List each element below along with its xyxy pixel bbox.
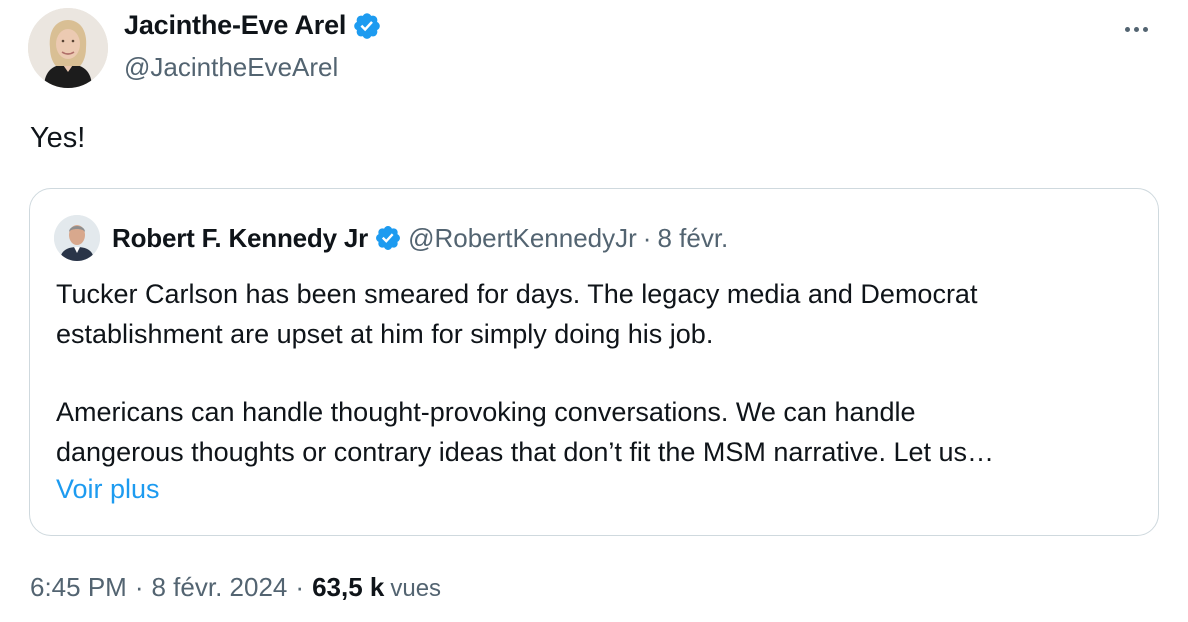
quoted-text-line: Tucker Carlson has been smeared for days…	[56, 279, 978, 309]
views-count[interactable]: 63,5 k	[312, 572, 384, 603]
tweet-card: Jacinthe-Eve Arel @JacintheEveArel Yes! …	[0, 0, 1188, 622]
quoted-avatar-photo-icon	[54, 215, 100, 261]
tweet-date[interactable]: 8 févr. 2024	[152, 572, 288, 603]
more-dot-icon	[1133, 26, 1139, 32]
more-dot-icon	[1124, 26, 1130, 32]
meta-separator: ·	[295, 572, 305, 602]
author-avatar[interactable]	[28, 8, 108, 88]
show-more-link[interactable]: Voir plus	[56, 474, 160, 505]
views-label: vues	[390, 575, 442, 602]
tweet-time[interactable]: 6:45 PM	[30, 572, 127, 603]
quoted-author-avatar[interactable]	[54, 215, 100, 261]
quoted-date[interactable]: 8 févr.	[657, 223, 728, 254]
quoted-text-line: Americans can handle thought-provoking c…	[56, 397, 916, 427]
author-handle[interactable]: @JacintheEveArel	[124, 52, 338, 83]
author-name-row: Jacinthe-Eve Arel	[124, 10, 382, 41]
quoted-text-line: establishment are upset at him for simpl…	[56, 318, 714, 349]
quoted-tweet-text: Tucker Carlson has been smeared for days…	[56, 275, 1136, 472]
more-options-button[interactable]	[1116, 14, 1156, 44]
quoted-tweet[interactable]: Robert F. Kennedy Jr @RobertKennedyJr · …	[29, 188, 1159, 536]
quoted-tweet-header: Robert F. Kennedy Jr @RobertKennedyJr · …	[54, 215, 728, 261]
quoted-separator: ·	[642, 222, 652, 253]
meta-separator: ·	[134, 572, 144, 602]
more-dot-icon	[1142, 26, 1148, 32]
verified-badge-icon[interactable]	[352, 11, 382, 41]
author-display-name[interactable]: Jacinthe-Eve Arel	[124, 10, 346, 41]
tweet-text: Yes!	[30, 122, 86, 154]
quoted-display-name[interactable]: Robert F. Kennedy Jr	[112, 223, 368, 254]
tweet-metadata: 6:45 PM · 8 févr. 2024 · 63,5 k vues	[30, 572, 441, 603]
quoted-text-line: dangerous thoughts or contrary ideas tha…	[56, 436, 994, 467]
quoted-verified-badge-icon[interactable]	[374, 224, 402, 252]
avatar-photo-icon	[28, 8, 108, 88]
quoted-handle[interactable]: @RobertKennedyJr	[408, 223, 637, 254]
